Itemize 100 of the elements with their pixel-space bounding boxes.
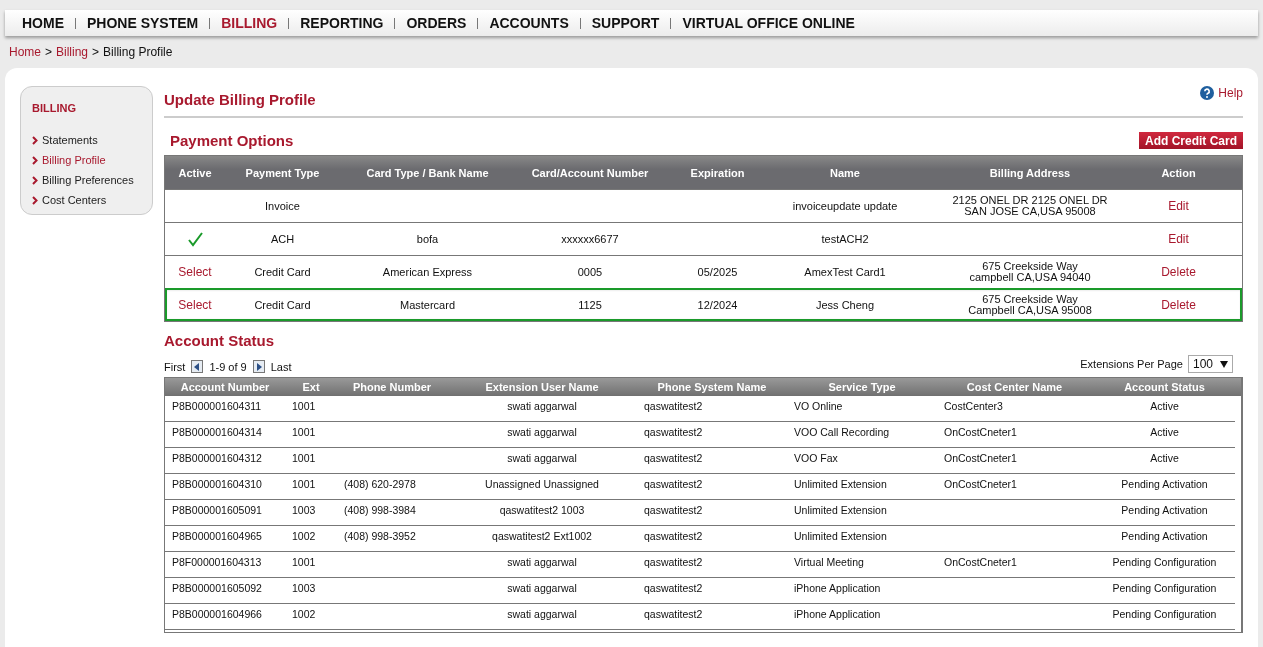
select-link[interactable]: Select [178,299,212,311]
table-cell: Credit Card [254,299,311,311]
billing-address: 675 Creekside Way campbell CA,USA 94040 [969,261,1091,283]
left-triangle-icon [194,362,201,371]
previous-page-button[interactable] [191,360,204,373]
user-name: qaswatitest2 Ext1002 [492,530,592,542]
select-link[interactable]: Select [178,266,212,278]
table-cell: Credit Card [254,266,311,278]
user-name: swati aggarwal [507,556,577,568]
phone-system-name: qaswatitest2 [644,426,703,438]
nav-tab[interactable]: ACCOUNTS [478,15,580,31]
table-cell: Mastercard [400,299,455,311]
payment-row[interactable]: Select Credit Card American Express 0005 05/2025 AmexTest Card1 675 Creekside Way campbell CA,USA 94040 Delete [165,255,1242,288]
service-type: Virtual Meeting [794,556,864,568]
column-header: Account Number [179,381,271,393]
account-status: Pending Configuration [1112,582,1217,594]
table-cell: 0005 [577,266,603,278]
sidebar-link[interactable]: Billing Preferences [42,174,134,186]
first-link[interactable]: First [164,360,186,373]
account-number: P8B000001604311 [172,400,262,412]
column-header: Service Type [827,381,897,393]
action-link[interactable]: Delete [1161,299,1196,311]
user-name: swati aggarwal [507,582,577,594]
extension: 1002 [292,530,316,542]
billing-address: 675 Creekside Way Campbell CA,USA 95008 [968,294,1092,316]
breadcrumb-separator: > [92,45,100,61]
nav-tab[interactable]: ORDERS [395,15,478,31]
table-cell: bofa [416,233,439,245]
breadcrumb-link[interactable]: Billing [56,45,89,62]
table-cell: testACH2 [821,233,869,245]
account-status: Pending Configuration [1112,556,1217,568]
account-number: P8B000001604966 [172,608,262,620]
help-icon[interactable] [1200,86,1215,100]
right-triangle-icon [255,362,262,371]
section-title: Account Status [164,332,275,349]
action-link[interactable]: Edit [1168,233,1189,245]
service-type: VOO Call Recording [794,426,890,438]
cost-center: OnCostCneter1 [944,556,1017,568]
column-header: Action [1160,166,1197,179]
help-link[interactable]: Help [1218,86,1243,100]
next-page-button[interactable] [252,360,265,373]
phone-number: (408) 998-3952 [344,530,416,542]
table-cell: Jess Cheng [815,299,875,311]
table-cell: AmexTest Card1 [804,266,886,278]
highlighted-row[interactable]: Select Credit Card Mastercard 1125 12/2024 Jess Cheng 675 Creekside Way Campbell CA,USA 95008 Delete [165,288,1242,321]
account-status: Pending Activation [1121,530,1208,542]
phone-system-name: qaswatitest2 [644,478,703,490]
nav-tab[interactable]: SUPPORT [580,15,671,31]
sidebar-link[interactable]: Cost Centers [42,194,107,206]
breadcrumb-link[interactable]: Home [9,45,41,62]
cost-center: OnCostCneter1 [944,426,1017,438]
add-credit-card-button[interactable]: Add Credit Card [1139,132,1243,149]
service-type: VOO Fax [794,452,838,464]
table-cell: 1125 [578,299,602,311]
extension: 1001 [292,400,316,412]
billing-address: 2125 ONEL DR 2125 ONEL DR SAN JOSE CA,USA 95008 [952,195,1108,217]
breadcrumb-current: Billing Profile [103,45,173,61]
user-name: swati aggarwal [507,452,577,464]
phone-system-name: qaswatitest2 [644,452,703,464]
table-cell: ACH [270,233,295,245]
nav-tab[interactable]: REPORTING [289,15,395,31]
section-title: Payment Options [170,132,294,149]
column-header: Ext [301,381,321,393]
nav-tab[interactable]: VIRTUAL OFFICE ONLINE [671,15,866,31]
table-cell: invoiceupdate update [792,200,898,212]
column-header: Name [829,166,861,179]
service-type: iPhone Application [794,582,881,594]
user-name: swati aggarwal [507,426,577,438]
last-link[interactable]: Last [270,360,292,373]
sidebar-link[interactable]: Billing Profile [42,154,106,166]
phone-system-name: qaswatitest2 [644,582,703,594]
account-number: P8B000001604312 [172,452,262,464]
nav-tab[interactable]: BILLING [210,15,289,31]
phone-number: (408) 998-3984 [344,504,416,516]
table-cell: 05/2025 [697,266,738,278]
phone-system-name: qaswatitest2 [644,530,703,542]
service-type: Unlimited Extension [794,530,887,542]
extension: 1001 [292,452,316,464]
column-header: Phone System Name [656,381,768,393]
account-status: Pending Activation [1121,478,1208,490]
column-header: Phone Number [351,381,433,393]
sidebar-link[interactable]: Statements [42,134,98,146]
table-cell: 12/2024 [697,299,738,311]
page-title: Update Billing Profile [164,90,316,108]
user-name: swati aggarwal [507,400,577,412]
account-status: Pending Activation [1121,504,1208,516]
payment-row[interactable]: Invoice invoiceupdate update 2125 ONEL DR 2125 ONEL DR SAN JOSE CA,USA 95008 Edit [165,189,1242,222]
extension: 1002 [292,608,316,620]
nav-tab[interactable]: HOME [11,15,75,31]
service-type: VO Online [794,400,843,412]
account-number: P8B000001605092 [172,582,262,594]
account-status: Active [1150,452,1179,464]
extension: 1001 [292,426,316,438]
column-header: Active [177,166,213,179]
payment-row[interactable]: ACH bofa xxxxxx6677 testACH2 Edit [165,222,1242,255]
per-page-dropdown[interactable]: 100 [1187,355,1233,373]
action-link[interactable]: Edit [1168,200,1189,212]
user-name: Unassigned Unassigned [485,478,599,490]
action-link[interactable]: Delete [1161,266,1196,278]
nav-tab[interactable]: PHONE SYSTEM [76,15,210,31]
